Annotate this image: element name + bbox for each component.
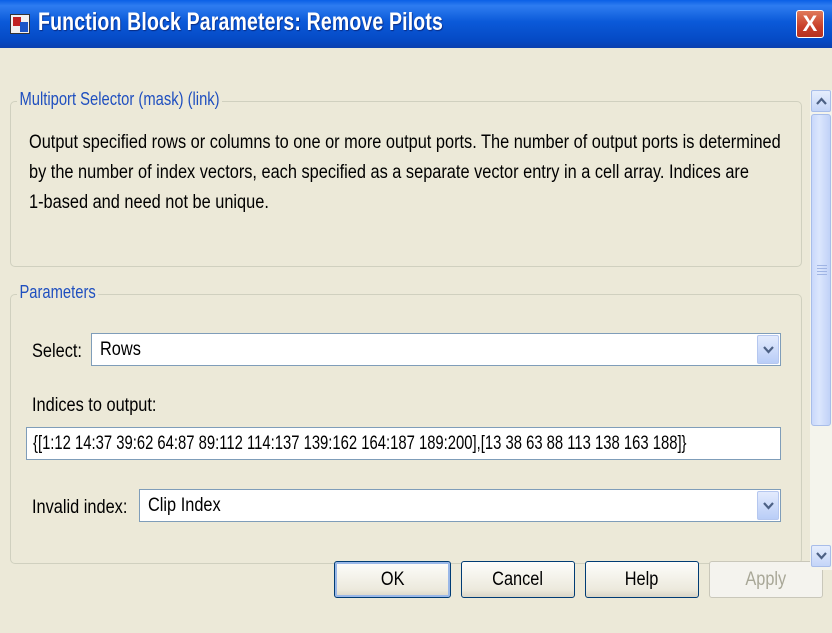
chevron-down-icon — [816, 552, 827, 560]
help-label: Help — [625, 569, 659, 590]
description-line-3: 1-based and need not be unique. — [29, 192, 269, 213]
scroll-down-button[interactable] — [811, 545, 831, 567]
apply-button: Apply — [709, 561, 823, 598]
title-bar[interactable]: Function Block Parameters: Remove Pilots… — [0, 0, 832, 48]
mask-legend: Multiport Selector (mask) (link) — [17, 89, 223, 110]
cancel-label: Cancel — [492, 569, 544, 590]
window-title: Function Block Parameters: Remove Pilots — [38, 8, 444, 36]
invalid-index-dropdown[interactable]: Clip Index — [139, 489, 781, 522]
select-dropdown-button[interactable] — [757, 335, 779, 364]
invalid-index-value: Clip Index — [148, 495, 221, 516]
indices-input[interactable]: {[1:12 14:37 39:62 64:87 89:112 114:137 … — [26, 427, 781, 460]
help-button[interactable]: Help — [585, 561, 699, 598]
parameters-legend: Parameters — [17, 282, 99, 303]
scroll-thumb[interactable] — [811, 114, 831, 426]
cancel-button[interactable]: Cancel — [461, 561, 575, 598]
invalid-index-label: Invalid index: — [32, 497, 128, 518]
vertical-scrollbar[interactable] — [810, 90, 832, 570]
description-line-2: by the number of index vectors, each spe… — [29, 162, 749, 183]
close-icon: X — [802, 11, 818, 36]
ok-label: OK — [380, 569, 405, 590]
mask-description-group: Multiport Selector (mask) (link) Output … — [10, 89, 802, 267]
chevron-up-icon — [816, 97, 827, 105]
scroll-up-button[interactable] — [811, 90, 831, 112]
simulink-block-icon — [10, 14, 30, 34]
select-value: Rows — [100, 339, 141, 360]
close-button[interactable]: X — [796, 10, 824, 38]
chevron-down-icon — [763, 346, 774, 354]
apply-label: Apply — [745, 569, 787, 590]
ok-button[interactable]: OK — [334, 561, 451, 598]
parameters-group: Parameters Select: Rows Indices to outpu… — [10, 282, 802, 564]
invalid-index-dropdown-button[interactable] — [757, 491, 779, 520]
select-label: Select: — [32, 341, 82, 362]
indices-value: {[1:12 14:37 39:62 64:87 89:112 114:137 … — [33, 433, 687, 454]
description-line-1: Output specified rows or columns to one … — [29, 132, 781, 153]
indices-label: Indices to output: — [32, 395, 157, 416]
chevron-down-icon — [763, 502, 774, 510]
dialog-content: Multiport Selector (mask) (link) Output … — [0, 48, 832, 633]
select-dropdown[interactable]: Rows — [91, 333, 781, 366]
